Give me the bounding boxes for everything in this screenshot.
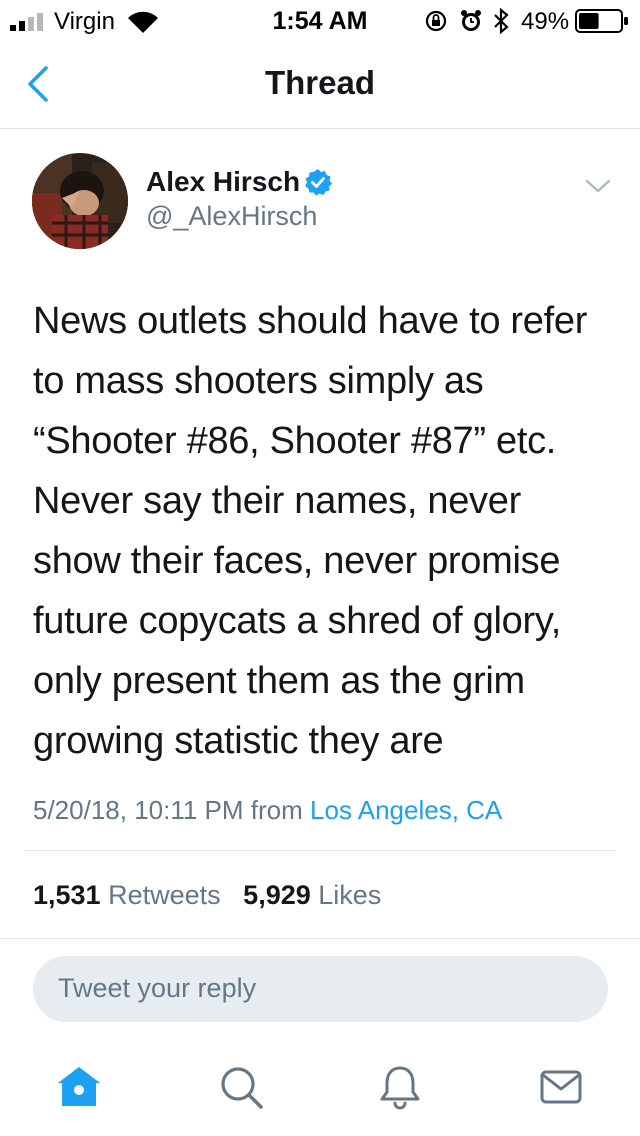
retweets-stat[interactable]: 1,531 Retweets <box>33 880 221 910</box>
retweets-count: 1,531 <box>33 880 101 910</box>
tweet-text-line: only present them as the grim <box>33 660 525 702</box>
status-icons <box>425 8 509 34</box>
chevron-down-icon[interactable] <box>584 176 612 196</box>
tweet-text-line: show their faces, never promise <box>33 540 561 582</box>
battery-icon <box>575 9 628 33</box>
reply-placeholder: Tweet your reply <box>58 973 257 1003</box>
tweet-text-line: “Shooter #86, Shooter #87” etc. <box>33 420 557 462</box>
navigation-bar: Thread <box>0 40 640 129</box>
tweet-timestamp: 5/20/18, 10:11 PM <box>33 795 244 825</box>
tweet-text-line: growing statistic they are <box>33 720 444 762</box>
tweet-metadata: 5/20/18, 10:11 PM from Los Angeles, CA <box>33 795 502 826</box>
verified-badge-icon <box>305 169 332 196</box>
likes-stat[interactable]: 5,929 Likes <box>243 880 381 910</box>
search-icon[interactable] <box>218 1064 264 1110</box>
tweet-text-line: future copycats a shred of glory, <box>33 600 562 642</box>
notifications-icon[interactable] <box>377 1064 423 1110</box>
battery-percentage: 49% <box>521 8 570 35</box>
likes-count: 5,929 <box>243 880 311 910</box>
author-name[interactable]: Alex Hirsch <box>146 166 300 198</box>
author-handle[interactable]: @_AlexHirsch <box>146 201 317 232</box>
tweet-text-line: to mass shooters simply as <box>33 360 484 402</box>
likes-label: Likes <box>318 880 382 910</box>
tweet-text: News outlets should have to refer to mas… <box>33 291 613 771</box>
from-label: from <box>250 795 303 825</box>
bluetooth-icon <box>494 8 509 34</box>
divider <box>0 938 640 939</box>
avatar[interactable] <box>32 153 128 249</box>
home-icon[interactable] <box>56 1064 102 1110</box>
retweets-label: Retweets <box>108 880 221 910</box>
orientation-lock-icon <box>425 10 447 32</box>
tweet-text-line: Never say their names, never <box>33 480 521 522</box>
avatar-image <box>32 153 128 249</box>
alarm-icon <box>461 10 481 31</box>
tweet-stats: 1,531 Retweets 5,929 Likes <box>33 880 381 911</box>
page-title: Thread <box>264 64 376 101</box>
reply-input[interactable]: Tweet your reply <box>33 956 608 1022</box>
divider <box>24 850 616 851</box>
status-bar: Virgin 1:54 AM 49% <box>0 0 640 40</box>
tweet-text-line: News outlets should have to refer <box>33 300 588 342</box>
location-link[interactable]: Los Angeles, CA <box>310 795 502 825</box>
messages-icon[interactable] <box>538 1064 584 1110</box>
